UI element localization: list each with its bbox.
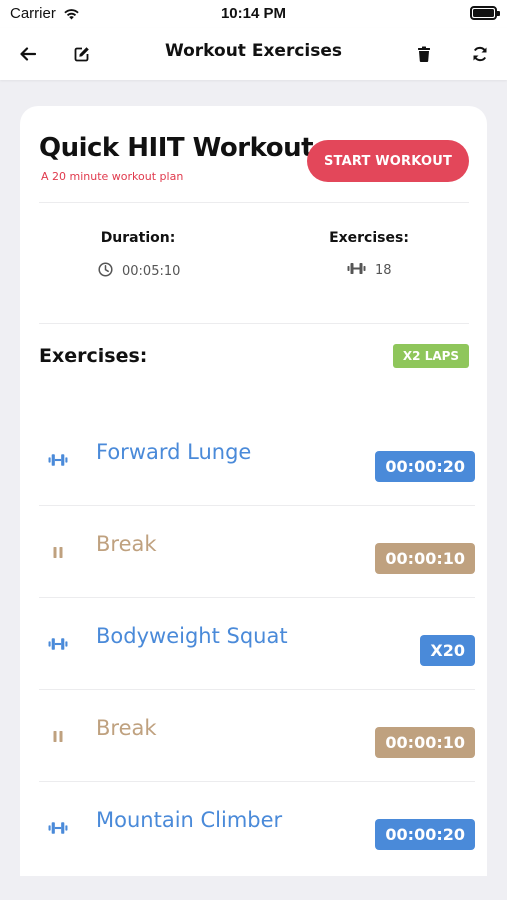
trash-icon[interactable] [410,40,438,68]
exercise-row-mountain-climber[interactable]: Mountain Climber 00:00:20 [39,782,475,874]
workout-subtitle: A 20 minute workout plan [41,170,184,183]
duration-label: Duration: [100,230,176,246]
pause-icon [47,542,69,562]
exercise-row-bodyweight-squat[interactable]: Bodyweight Squat X20 [39,598,475,690]
exercise-duration-badge: 00:00:20 [375,451,475,482]
duration-value-group: 00:05:10 [98,262,180,281]
exercises-count-label: Exercises: [329,230,409,246]
break-duration-badge: 00:00:10 [375,727,475,758]
status-bar: Carrier 10:14 PM [0,0,507,28]
dumbbell-icon [47,450,69,470]
duration-value: 00:05:10 [122,264,181,279]
exercise-name: Bodyweight Squat [96,624,288,648]
exercise-reps-badge: X20 [420,635,475,666]
dumbbell-icon [47,634,69,654]
divider [39,202,469,203]
workout-title: Quick HIIT Workout [39,133,314,163]
exercise-row-break[interactable]: Break 00:00:10 [39,690,475,782]
exercise-duration-badge: 00:00:20 [375,819,475,850]
workout-card: Quick HIIT Workout A 20 minute workout p… [20,106,487,896]
bottom-background [0,876,507,900]
exercise-name: Break [96,716,157,740]
divider [39,323,469,324]
clock-icon [98,262,113,281]
exercise-row-forward-lunge[interactable]: Forward Lunge 00:00:20 [39,414,475,506]
start-workout-button[interactable]: START WORKOUT [307,140,469,182]
exercises-count-value: 18 [375,263,392,278]
exercise-name: Break [96,532,157,556]
exercise-name: Mountain Climber [96,808,283,832]
break-duration-badge: 00:00:10 [375,543,475,574]
exercises-section-title: Exercises: [39,345,148,367]
dumbbell-icon [47,818,69,838]
laps-badge: X2 LAPS [393,344,469,368]
dumbbell-icon [347,262,366,279]
exercise-name: Forward Lunge [96,440,252,464]
status-time: 10:14 PM [220,5,287,22]
battery-icon [470,6,500,20]
exercises-value-group: 18 [347,262,392,279]
nav-bar: Workout Exercises [0,28,507,80]
exercise-row-break[interactable]: Break 00:00:10 [39,506,475,598]
refresh-icon[interactable] [466,40,494,68]
pause-icon [47,726,69,746]
